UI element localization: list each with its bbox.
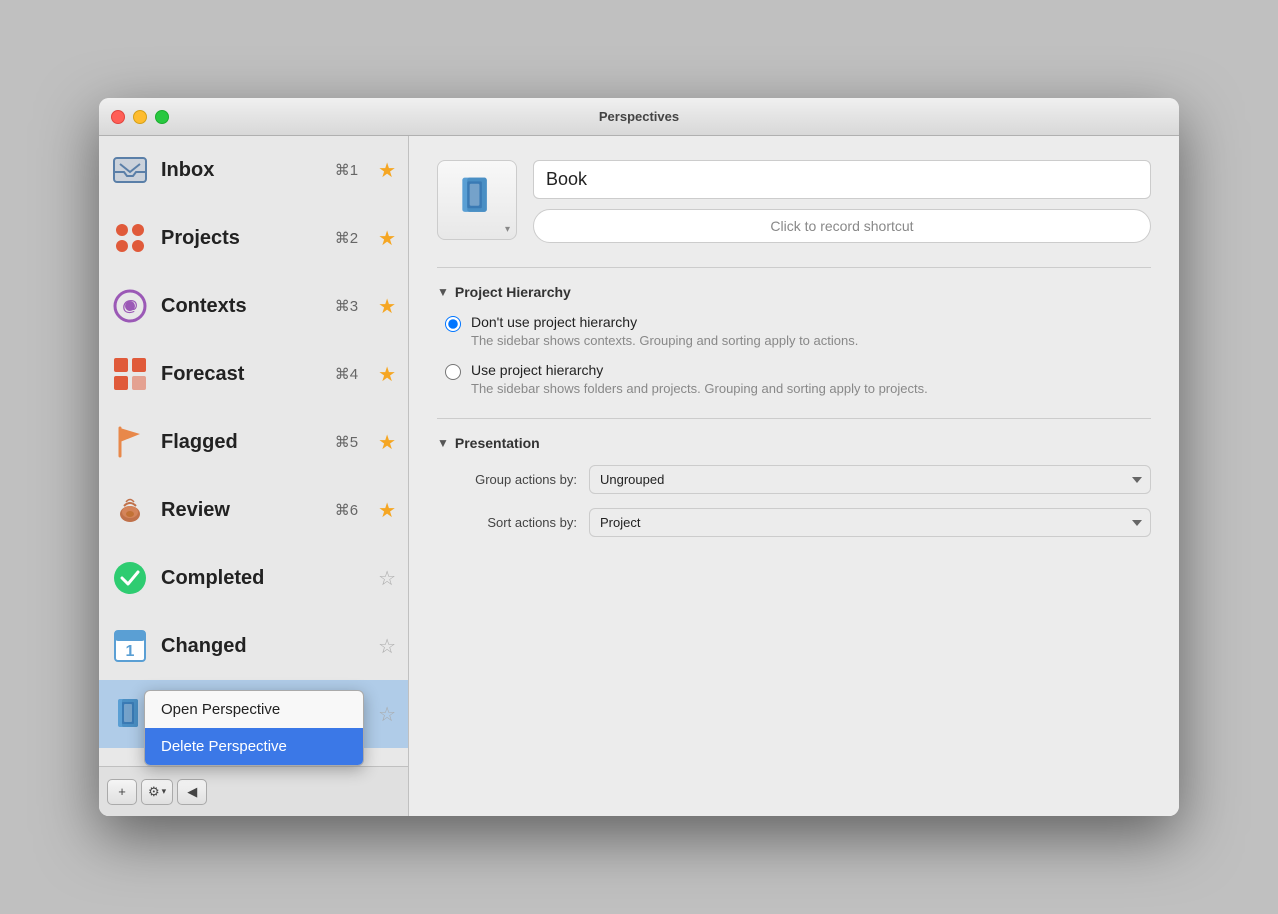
inbox-shortcut: ⌘1 [335,161,358,179]
sidebar-toolbar: + ⚙ ▾ ◀ Open Perspective Delete Perspect… [99,766,408,816]
section-triangle-hierarchy: ▼ [437,285,449,299]
perspective-header: ▾ Click to record shortcut [437,160,1151,243]
no-hierarchy-radio[interactable] [445,316,461,332]
add-perspective-button[interactable]: + [107,779,137,805]
hierarchy-radio-group: Don't use project hierarchy The sidebar … [437,314,1151,398]
project-hierarchy-section: ▼ Project Hierarchy Don't use project hi… [437,284,1151,398]
forecast-icon [111,355,149,393]
flagged-star[interactable]: ★ [378,430,396,455]
sidebar-item-contexts[interactable]: @ Contexts ⌘3 ★ [99,272,408,340]
record-shortcut-button[interactable]: Click to record shortcut [533,209,1151,243]
section-header-hierarchy: ▼ Project Hierarchy [437,284,1151,300]
use-hierarchy-desc: The sidebar shows folders and projects. … [471,380,928,398]
window-body: Inbox ⌘1 ★ Projects ⌘2 [99,136,1179,816]
perspective-fields: Click to record shortcut [533,160,1151,243]
svg-text:@: @ [122,298,138,315]
sidebar-label-completed: Completed [161,567,346,590]
gear-dropdown-menu: Open Perspective Delete Perspective [144,690,364,766]
section-header-presentation: ▼ Presentation [437,435,1151,451]
right-panel: ▾ Click to record shortcut ▼ Project Hie… [409,136,1179,816]
open-perspective-item[interactable]: Open Perspective [145,691,363,728]
sidebar: Inbox ⌘1 ★ Projects ⌘2 [99,136,409,816]
flagged-shortcut: ⌘5 [335,433,358,451]
section-title-hierarchy: Project Hierarchy [455,284,571,300]
sidebar-items-list: Inbox ⌘1 ★ Projects ⌘2 [99,136,408,766]
back-button[interactable]: ◀ [177,779,207,805]
sidebar-label-projects: Projects [161,227,323,250]
no-hierarchy-label: Don't use project hierarchy [471,314,858,330]
sidebar-label-contexts: Contexts [161,295,323,318]
sidebar-item-review[interactable]: Review ⌘6 ★ [99,476,408,544]
forecast-star[interactable]: ★ [378,362,396,387]
use-hierarchy-option[interactable]: Use project hierarchy The sidebar shows … [445,362,1151,398]
back-icon: ◀ [187,784,197,800]
inbox-star[interactable]: ★ [378,158,396,183]
inbox-icon [111,151,149,189]
minimize-button[interactable] [133,110,147,124]
maximize-button[interactable] [155,110,169,124]
group-actions-row: Group actions by: Ungrouped Project Cont… [437,465,1151,494]
forecast-shortcut: ⌘4 [335,365,358,383]
sidebar-item-inbox[interactable]: Inbox ⌘1 ★ [99,136,408,204]
contexts-star[interactable]: ★ [378,294,396,319]
perspective-icon-button[interactable]: ▾ [437,160,517,240]
sort-actions-row: Sort actions by: Project Context Due Dat… [437,508,1151,537]
titlebar: Perspectives [99,98,1179,136]
perspective-name-input[interactable] [533,160,1151,199]
close-button[interactable] [111,110,125,124]
window-title: Perspectives [599,109,679,124]
sidebar-item-changed[interactable]: 1 Changed ☆ [99,612,408,680]
gear-icon: ⚙ [148,784,160,800]
contexts-shortcut: ⌘3 [335,297,358,315]
delete-perspective-item[interactable]: Delete Perspective [145,728,363,765]
projects-star[interactable]: ★ [378,226,396,251]
sidebar-item-flagged[interactable]: Flagged ⌘5 ★ [99,408,408,476]
flagged-icon [111,423,149,461]
no-hierarchy-option[interactable]: Don't use project hierarchy The sidebar … [445,314,1151,350]
sort-actions-label: Sort actions by: [437,515,577,530]
changed-icon: 1 [111,627,149,665]
completed-star[interactable]: ☆ [378,566,396,591]
section-title-presentation: Presentation [455,435,540,451]
svg-text:1: 1 [126,643,135,660]
main-window: Perspectives Inbox ⌘1 [99,98,1179,816]
projects-shortcut: ⌘2 [335,229,358,247]
use-hierarchy-radio[interactable] [445,364,461,380]
projects-icon [111,219,149,257]
section-divider [437,267,1151,268]
review-star[interactable]: ★ [378,498,396,523]
review-icon [111,491,149,529]
sidebar-label-review: Review [161,499,323,522]
changed-star[interactable]: ☆ [378,634,396,659]
sidebar-item-completed[interactable]: Completed ☆ [99,544,408,612]
sort-actions-select[interactable]: Project Context Due Date Added Date Modi… [589,508,1151,537]
sidebar-label-inbox: Inbox [161,159,323,182]
gear-chevron-icon: ▾ [162,786,167,797]
use-hierarchy-label: Use project hierarchy [471,362,928,378]
book-perspective-icon [455,174,499,227]
presentation-section: ▼ Presentation Group actions by: Ungroup… [437,435,1151,537]
sidebar-item-projects[interactable]: Projects ⌘2 ★ [99,204,408,272]
icon-dropdown-chevron: ▾ [505,224,510,235]
section-triangle-presentation: ▼ [437,436,449,450]
completed-icon [111,559,149,597]
presentation-divider [437,418,1151,419]
sidebar-label-changed: Changed [161,635,346,658]
review-shortcut: ⌘6 [335,501,358,519]
no-hierarchy-desc: The sidebar shows contexts. Grouping and… [471,332,858,350]
contexts-icon: @ [111,287,149,325]
traffic-lights [111,110,169,124]
gear-menu-button[interactable]: ⚙ ▾ [141,779,173,805]
sidebar-label-forecast: Forecast [161,363,323,386]
book-star[interactable]: ☆ [378,702,396,727]
sidebar-label-flagged: Flagged [161,431,323,454]
group-actions-label: Group actions by: [437,472,577,487]
group-actions-select[interactable]: Ungrouped Project Context Due Date [589,465,1151,494]
sidebar-item-forecast[interactable]: Forecast ⌘4 ★ [99,340,408,408]
